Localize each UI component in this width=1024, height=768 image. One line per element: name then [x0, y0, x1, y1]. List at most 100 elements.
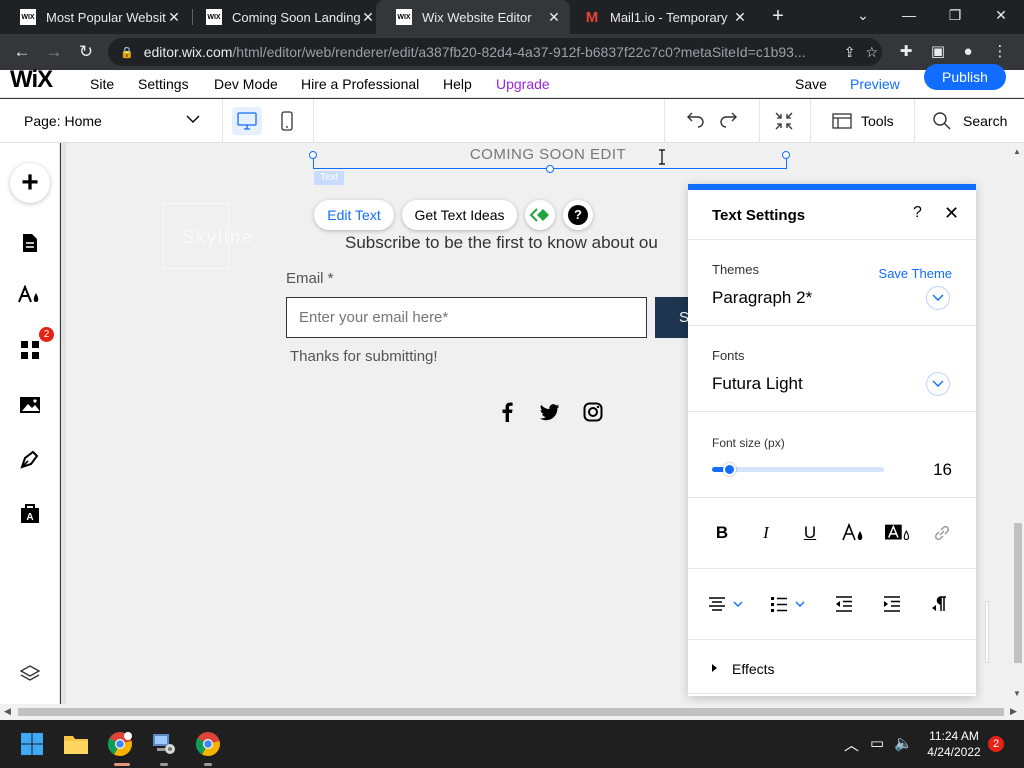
theme-value[interactable]: Paragraph 2*: [712, 288, 812, 308]
font-size-slider[interactable]: [712, 463, 884, 476]
decrease-indent-button[interactable]: [831, 591, 857, 617]
restore-button[interactable]: ❐: [932, 0, 978, 30]
layers-button[interactable]: [16, 660, 44, 688]
animation-button[interactable]: [525, 200, 555, 230]
publish-button[interactable]: Publish: [924, 64, 1006, 90]
apps-button[interactable]: [16, 336, 44, 364]
tools-label[interactable]: Tools: [861, 113, 894, 129]
search-icon[interactable]: [932, 111, 952, 131]
chrome-user-icon[interactable]: [106, 730, 134, 758]
side-panel-icon[interactable]: ▣: [928, 42, 948, 62]
display-icon[interactable]: ▭: [870, 734, 884, 752]
system-clock[interactable]: 11:24 AM 4/24/2022: [918, 728, 990, 760]
font-value[interactable]: Futura Light: [712, 374, 803, 394]
theme-dropdown-button[interactable]: [926, 286, 950, 310]
email-input[interactable]: [286, 297, 647, 338]
wix-logo[interactable]: WiX: [10, 68, 53, 92]
menu-hire-a-professional[interactable]: Hire a Professional: [301, 76, 419, 92]
business-button[interactable]: A: [16, 500, 44, 528]
link-button[interactable]: [929, 520, 955, 546]
tab-search-chevron-icon[interactable]: ⌄: [840, 0, 886, 30]
twitter-icon[interactable]: [539, 401, 561, 423]
volume-icon[interactable]: 🔈: [894, 734, 913, 752]
bookmark-star-icon[interactable]: ☆: [865, 44, 878, 61]
italic-button[interactable]: I: [753, 520, 779, 546]
get-text-ideas-button[interactable]: Get Text Ideas: [402, 200, 517, 230]
font-size-slider-knob[interactable]: [723, 463, 737, 476]
window-close-button[interactable]: ✕: [978, 0, 1024, 30]
facebook-icon[interactable]: [496, 401, 518, 423]
share-icon[interactable]: ⇪: [844, 44, 856, 61]
font-size-value[interactable]: 16: [933, 460, 952, 480]
tab-most-popular[interactable]: WIX Most Popular Website T ✕: [0, 0, 190, 34]
close-icon[interactable]: ✕: [546, 9, 562, 26]
tab-mail1[interactable]: M Mail1.io - Temporary E ✕: [564, 0, 756, 34]
instagram-icon[interactable]: [582, 401, 604, 423]
horizontal-scroll-thumb[interactable]: [18, 708, 1004, 716]
chrome-icon[interactable]: [194, 730, 222, 758]
network-app-icon[interactable]: [150, 730, 178, 758]
save-theme-link[interactable]: Save Theme: [879, 266, 952, 281]
tab-wix-editor[interactable]: WIX Wix Website Editor ✕: [376, 0, 570, 34]
windows-start-icon[interactable]: [18, 730, 46, 758]
scroll-left-arrow-icon[interactable]: ◀: [4, 706, 11, 717]
forward-button[interactable]: →: [42, 40, 66, 64]
page-selector[interactable]: Page: Home: [24, 113, 102, 129]
desktop-view-button[interactable]: [232, 107, 262, 135]
effects-section[interactable]: Effects: [688, 644, 976, 694]
save-button[interactable]: Save: [795, 76, 827, 92]
menu-dev-mode[interactable]: Dev Mode: [214, 76, 278, 92]
menu-settings[interactable]: Settings: [138, 76, 189, 92]
new-tab-button[interactable]: +: [766, 4, 790, 28]
subscribe-text[interactable]: Subscribe to be the first to know about …: [345, 233, 658, 253]
scroll-up-arrow-icon[interactable]: ▲: [1013, 147, 1021, 156]
text-color-button[interactable]: [841, 520, 867, 546]
site-logo-placeholder[interactable]: Skyline: [163, 203, 252, 269]
resize-handle[interactable]: [546, 165, 554, 173]
vertical-scrollbar[interactable]: ▲ ▼: [1011, 143, 1024, 704]
edit-text-button[interactable]: Edit Text: [314, 200, 394, 230]
align-dropdown[interactable]: [706, 591, 746, 617]
resize-handle[interactable]: [309, 151, 317, 159]
vertical-scroll-thumb[interactable]: [1014, 523, 1022, 663]
tab-coming-soon[interactable]: WIX Coming Soon Landing P ✕: [186, 0, 384, 34]
back-button[interactable]: ←: [10, 40, 34, 64]
preview-button[interactable]: Preview: [850, 76, 900, 92]
file-explorer-icon[interactable]: [62, 730, 90, 758]
menu-upgrade[interactable]: Upgrade: [496, 76, 550, 92]
zoom-out-arrows-icon[interactable]: [774, 111, 794, 131]
close-icon[interactable]: ✕: [166, 9, 182, 26]
text-direction-button[interactable]: [926, 591, 952, 617]
resize-handle[interactable]: [782, 151, 790, 159]
extensions-puzzle-icon[interactable]: ✚: [896, 42, 916, 62]
chrome-menu-icon[interactable]: ⋮: [990, 42, 1010, 62]
address-bar[interactable]: 🔒 editor.wix.com/html/editor/web/rendere…: [108, 38, 882, 66]
underline-button[interactable]: U: [797, 520, 823, 546]
horizontal-scrollbar[interactable]: ◀ ▶: [0, 704, 1024, 720]
close-icon[interactable]: ✕: [360, 9, 376, 26]
menu-site[interactable]: Site: [90, 76, 114, 92]
chevron-down-icon[interactable]: [185, 111, 201, 127]
thanks-message[interactable]: Thanks for submitting!: [290, 348, 438, 365]
tools-icon[interactable]: [832, 111, 852, 131]
highlight-button[interactable]: [885, 520, 911, 546]
increase-indent-button[interactable]: [879, 591, 905, 617]
panel-help-button[interactable]: ?: [913, 204, 922, 222]
minimize-button[interactable]: —: [886, 0, 932, 30]
blog-button[interactable]: [16, 445, 44, 473]
bold-button[interactable]: B: [709, 520, 735, 546]
search-label[interactable]: Search: [963, 113, 1007, 129]
scroll-down-arrow-icon[interactable]: ▼: [1013, 689, 1021, 698]
undo-icon[interactable]: [686, 111, 706, 131]
reload-button[interactable]: ↻: [74, 40, 98, 64]
list-dropdown[interactable]: [768, 591, 808, 617]
menu-help[interactable]: Help: [443, 76, 472, 92]
mobile-view-button[interactable]: [272, 107, 302, 135]
help-button[interactable]: ?: [563, 200, 593, 230]
design-button[interactable]: [16, 282, 44, 310]
profile-avatar-icon[interactable]: ●: [958, 42, 978, 62]
redo-icon[interactable]: [718, 111, 738, 131]
font-dropdown-button[interactable]: [926, 372, 950, 396]
panel-close-button[interactable]: ✕: [944, 203, 959, 224]
media-button[interactable]: [16, 391, 44, 419]
